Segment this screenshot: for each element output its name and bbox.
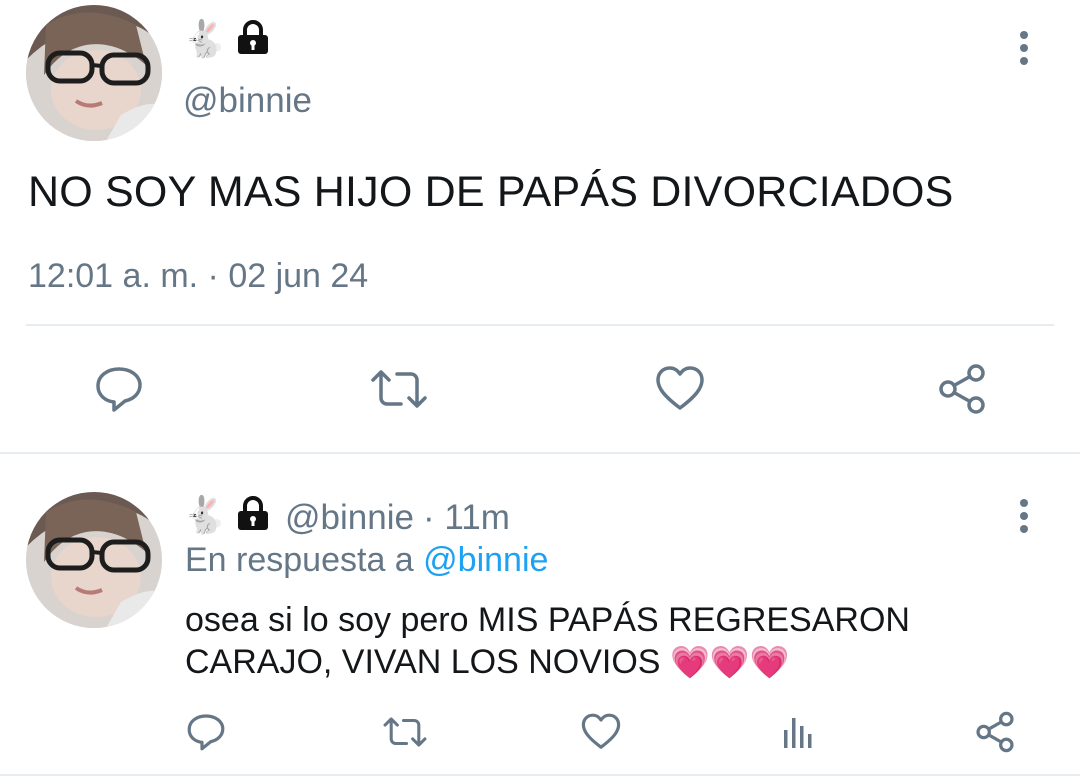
display-name-emoji: 🐇: [182, 19, 227, 60]
like-icon[interactable]: [580, 712, 622, 752]
tweet-time: · 11m: [423, 498, 510, 537]
display-name-emoji: 🐇: [182, 495, 227, 536]
avatar[interactable]: [26, 5, 162, 141]
hearts-emoji: 💗💗💗: [669, 643, 790, 681]
lock-icon: [235, 20, 271, 61]
reply-icon[interactable]: [94, 364, 144, 414]
avatar[interactable]: [26, 492, 162, 628]
reply-text-line2: CARAJO, VIVAN LOS NOVIOS: [185, 643, 661, 681]
analytics-icon[interactable]: [778, 712, 818, 752]
share-icon[interactable]: [936, 362, 988, 416]
reply-to-handle[interactable]: @binnie: [423, 541, 548, 579]
user-handle[interactable]: @binnie: [183, 80, 312, 122]
divider: [26, 324, 1054, 326]
reply-icon[interactable]: [186, 712, 226, 752]
share-icon[interactable]: [974, 710, 1016, 754]
section-divider: [0, 452, 1080, 454]
lock-icon: [235, 496, 271, 537]
avatar-image: [26, 492, 162, 628]
retweet-icon[interactable]: [369, 364, 429, 414]
like-icon[interactable]: [654, 364, 706, 414]
user-handle[interactable]: @binnie: [285, 498, 414, 538]
retweet-icon[interactable]: [382, 712, 428, 752]
reply-context: En respuesta a @binnie: [185, 540, 548, 580]
tweet-timestamp[interactable]: 12:01 a. m. · 02 jun 24: [28, 256, 368, 296]
reply-text-line1: osea si lo soy pero MIS PAPÁS REGRESARON: [185, 601, 910, 639]
more-options-icon[interactable]: [1012, 28, 1036, 68]
more-options-icon[interactable]: [1012, 496, 1036, 536]
divider: [0, 774, 1080, 776]
avatar-image: [26, 5, 162, 141]
reply-text-line2-wrap: CARAJO, VIVAN LOS NOVIOS 💗💗💗: [185, 640, 789, 684]
reply-prefix: En respuesta a: [185, 541, 414, 579]
tweet-text: NO SOY MAS HIJO DE PAPÁS DIVORCIADOS: [28, 168, 954, 216]
